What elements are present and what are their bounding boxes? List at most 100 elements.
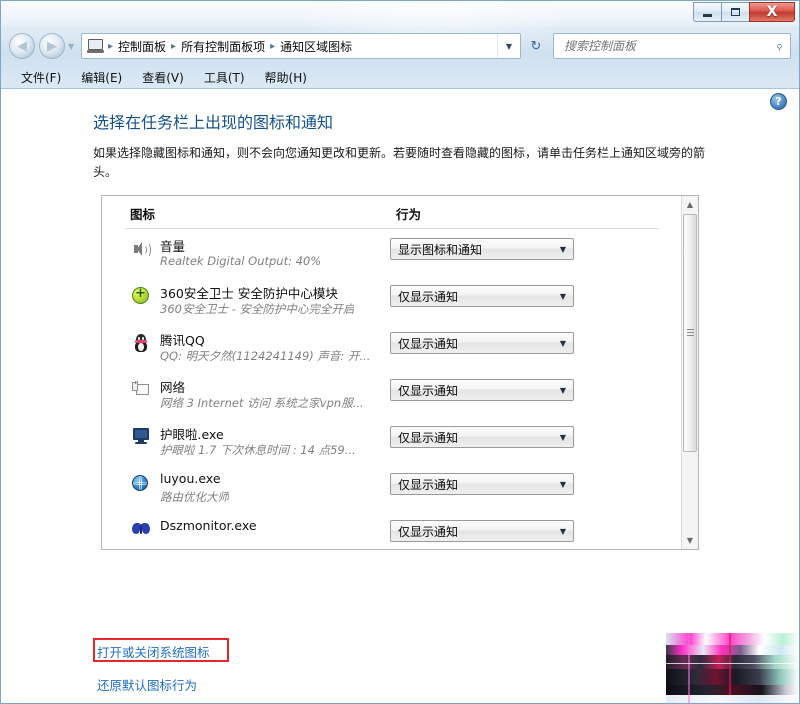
list-item-name: 360安全卫士 安全防护中心模块 xyxy=(160,286,338,301)
header-divider xyxy=(126,228,658,229)
menu-item-edit[interactable]: 编辑(E) xyxy=(71,66,132,89)
list-item-subtitle: 网络 3 Internet 访问 系统之家vpn服... xyxy=(160,396,364,410)
list-item-name: 腾讯QQ xyxy=(160,333,205,348)
qq-penguin-icon xyxy=(132,334,150,352)
maximize-icon xyxy=(731,8,740,16)
control-panel-window: X ◀ ▶ ▼ ▸ 控制面板 ▸ 所有控制面板项 ▸ 通知区域图标 ▼ ↻ 搜索… xyxy=(0,0,800,704)
chevron-down-icon: ▼ xyxy=(559,385,567,395)
turn-system-icons-on-off-link[interactable]: 打开或关闭系统图标 xyxy=(97,642,210,661)
minimize-button[interactable] xyxy=(693,2,722,22)
menu-item-tools[interactable]: 工具(T) xyxy=(194,66,255,89)
list-header: 图标 行为 xyxy=(102,196,680,230)
breadcrumb-separator: ▸ xyxy=(270,40,276,52)
help-icon[interactable]: ? xyxy=(770,93,787,110)
behavior-value: 仅显示通知 xyxy=(398,289,459,304)
title-bar: X xyxy=(1,1,799,27)
list-item: Dszmonitor.exe 仅显示通知 ▼ xyxy=(102,512,680,549)
scroll-up-button[interactable]: ▲ xyxy=(682,196,698,213)
recent-pages-button[interactable]: ▼ xyxy=(68,42,74,51)
list-item-subtitle: 路由优化大师 xyxy=(160,490,229,504)
chevron-down-icon: ▼ xyxy=(559,526,567,536)
behavior-dropdown[interactable]: 仅显示通知 ▼ xyxy=(390,332,574,354)
breadcrumb-separator: ▸ xyxy=(171,40,177,52)
maximize-button[interactable] xyxy=(721,2,750,22)
window-controls: X xyxy=(693,2,795,22)
forward-button[interactable]: ▶ xyxy=(39,33,65,59)
navigation-bar: ◀ ▶ ▼ ▸ 控制面板 ▸ 所有控制面板项 ▸ 通知区域图标 ▼ ↻ 搜索控制… xyxy=(1,29,799,65)
list-item-name: 护眼啦.exe xyxy=(160,427,224,442)
minimize-icon xyxy=(703,13,712,17)
content-area: ? 选择在任务栏上出现的图标和通知 如果选择隐藏图标和通知，则不会向您通知更改和… xyxy=(1,89,799,703)
refresh-icon: ↻ xyxy=(530,38,542,54)
behavior-value: 仅显示通知 xyxy=(398,477,459,492)
list-item-name: Dszmonitor.exe xyxy=(160,518,257,533)
shield-360-icon xyxy=(132,286,150,305)
column-header-icon: 图标 xyxy=(130,207,156,222)
image-corruption-artifact xyxy=(666,633,799,703)
close-button[interactable]: X xyxy=(749,2,795,22)
behavior-value: 仅显示通知 xyxy=(398,430,459,445)
list-scrollbar[interactable]: ▲ ▼ xyxy=(681,196,698,549)
column-header-behavior: 行为 xyxy=(396,207,422,222)
search-input[interactable] xyxy=(562,38,776,54)
computer-icon xyxy=(87,38,105,54)
chevron-down-icon: ▼ xyxy=(559,479,567,489)
list-item-subtitle: 360安全卫士 - 安全防护中心完全开启 xyxy=(160,302,355,316)
list-item: luyou.exe 路由优化大师 仅显示通知 ▼ xyxy=(102,465,680,512)
breadcrumb-item-all-items[interactable]: 所有控制面板项 xyxy=(177,36,269,57)
list-item: 音量 Realtek Digital Output: 40% 显示图标和通知 ▼ xyxy=(102,230,680,277)
restore-default-icon-behaviors-link[interactable]: 还原默认图标行为 xyxy=(97,675,197,694)
behavior-value: 仅显示通知 xyxy=(398,336,459,351)
notification-icons-list: 图标 行为 音量 Realtek Digital Output: 40% 显示图… xyxy=(101,195,699,550)
menu-item-view[interactable]: 查看(V) xyxy=(132,66,194,89)
menu-item-file[interactable]: 文件(F) xyxy=(11,66,71,89)
chevron-down-icon: ▼ xyxy=(505,41,513,51)
refresh-button[interactable]: ↻ xyxy=(525,35,547,57)
behavior-dropdown[interactable]: 仅显示通知 ▼ xyxy=(390,379,574,401)
page-title: 选择在任务栏上出现的图标和通知 xyxy=(93,113,334,132)
behavior-dropdown[interactable]: 显示图标和通知 ▼ xyxy=(390,238,574,260)
list-item: 360安全卫士 安全防护中心模块 360安全卫士 - 安全防护中心完全开启 仅显… xyxy=(102,277,680,324)
address-dropdown-button[interactable]: ▼ xyxy=(497,34,520,58)
breadcrumb: ▸ 控制面板 ▸ 所有控制面板项 ▸ 通知区域图标 xyxy=(105,36,497,57)
chevron-down-icon: ▼ xyxy=(559,291,567,301)
menu-bar: 文件(F) 编辑(E) 查看(V) 工具(T) 帮助(H) xyxy=(1,65,799,89)
breadcrumb-separator: ▸ xyxy=(108,40,114,52)
breadcrumb-item-notification-area-icons[interactable]: 通知区域图标 xyxy=(276,36,356,57)
back-button[interactable]: ◀ xyxy=(9,33,35,59)
close-icon: X xyxy=(766,4,778,20)
list-item-subtitle: QQ: 明天夕然(1124241149) 声音: 开... xyxy=(160,349,371,363)
list-item-subtitle: Realtek Digital Output: 40% xyxy=(160,254,322,268)
search-box[interactable]: ⌕ xyxy=(553,33,791,59)
list-item: 护眼啦.exe 护眼啦 1.7 下次休息时间 : 14 点59... 仅显示通知… xyxy=(102,418,680,465)
address-bar[interactable]: ▸ 控制面板 ▸ 所有控制面板项 ▸ 通知区域图标 ▼ xyxy=(81,33,521,59)
back-arrow-icon: ◀ xyxy=(17,38,27,54)
behavior-dropdown[interactable]: 仅显示通知 ▼ xyxy=(390,426,574,448)
behavior-value: 显示图标和通知 xyxy=(398,242,483,257)
list-item: 网络 网络 3 Internet 访问 系统之家vpn服... 仅显示通知 ▼ xyxy=(102,371,680,418)
behavior-value: 仅显示通知 xyxy=(398,383,459,398)
monitor-icon xyxy=(132,428,150,446)
list-viewport: 图标 行为 音量 Realtek Digital Output: 40% 显示图… xyxy=(102,196,680,549)
behavior-dropdown[interactable]: 仅显示通知 ▼ xyxy=(390,520,574,542)
scrollbar-grip-icon xyxy=(687,329,694,337)
list-item: 腾讯QQ QQ: 明天夕然(1124241149) 声音: 开... 仅显示通知… xyxy=(102,324,680,371)
chevron-down-icon: ▼ xyxy=(559,432,567,442)
breadcrumb-item-control-panel[interactable]: 控制面板 xyxy=(114,36,170,57)
list-item-subtitle: 护眼啦 1.7 下次休息时间 : 14 点59... xyxy=(160,443,356,457)
speaker-icon xyxy=(132,240,151,258)
behavior-value: 仅显示通知 xyxy=(398,524,459,539)
scroll-down-button[interactable]: ▼ xyxy=(682,532,698,549)
list-item-name: 音量 xyxy=(160,239,186,254)
globe-icon xyxy=(132,475,150,493)
behavior-dropdown[interactable]: 仅显示通知 ▼ xyxy=(390,473,574,495)
menu-item-help[interactable]: 帮助(H) xyxy=(255,66,317,89)
list-item-name: 网络 xyxy=(160,380,186,395)
list-item-name: luyou.exe xyxy=(160,471,221,486)
butterfly-icon xyxy=(132,522,150,540)
chevron-down-icon: ▼ xyxy=(559,244,567,254)
network-icon xyxy=(132,381,150,399)
scrollbar-thumb[interactable] xyxy=(683,214,697,452)
page-description: 如果选择隐藏图标和通知，则不会向您通知更改和更新。若要随时查看隐藏的图标，请单击… xyxy=(93,146,706,179)
behavior-dropdown[interactable]: 仅显示通知 ▼ xyxy=(390,285,574,307)
